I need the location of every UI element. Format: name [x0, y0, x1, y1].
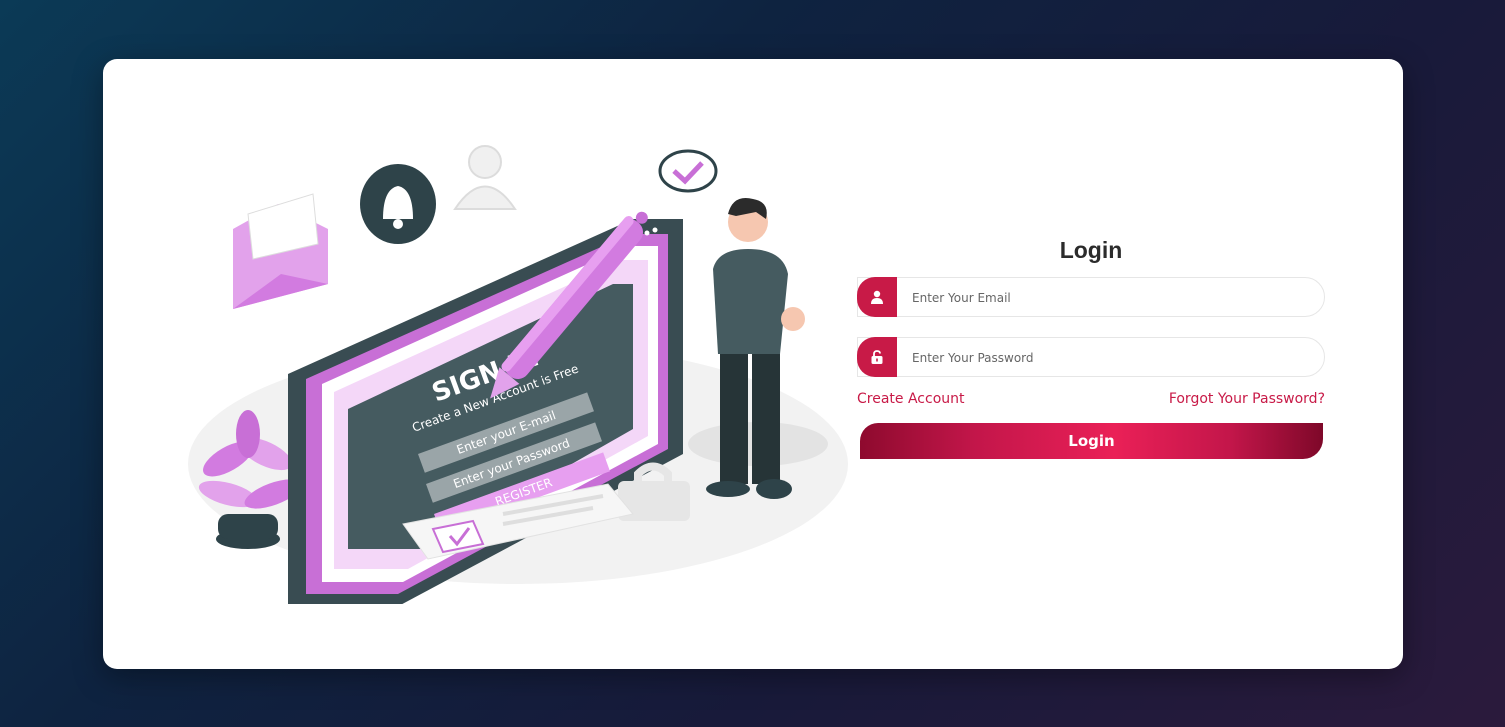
password-field	[857, 337, 1325, 378]
email-input[interactable]	[910, 278, 1314, 318]
email-field	[857, 277, 1325, 318]
login-title: Login	[1059, 237, 1123, 263]
lock-icon	[857, 337, 897, 377]
envelope-icon	[233, 193, 328, 309]
user-outline-icon	[453, 145, 517, 210]
check-bubble-icon	[658, 149, 718, 193]
login-button[interactable]: Login	[860, 423, 1323, 459]
forgot-password-link[interactable]: Forgot Your Password?	[1169, 391, 1325, 407]
create-account-link[interactable]: Create Account	[857, 391, 965, 407]
user-icon	[857, 277, 897, 317]
signup-illustration: SIGN UP Create a New Account is Free Ent…	[188, 145, 848, 604]
password-input[interactable]	[910, 338, 1314, 378]
bell-icon	[360, 164, 436, 244]
login-card: SIGN UP Create a New Account is Free Ent…	[103, 59, 1403, 669]
